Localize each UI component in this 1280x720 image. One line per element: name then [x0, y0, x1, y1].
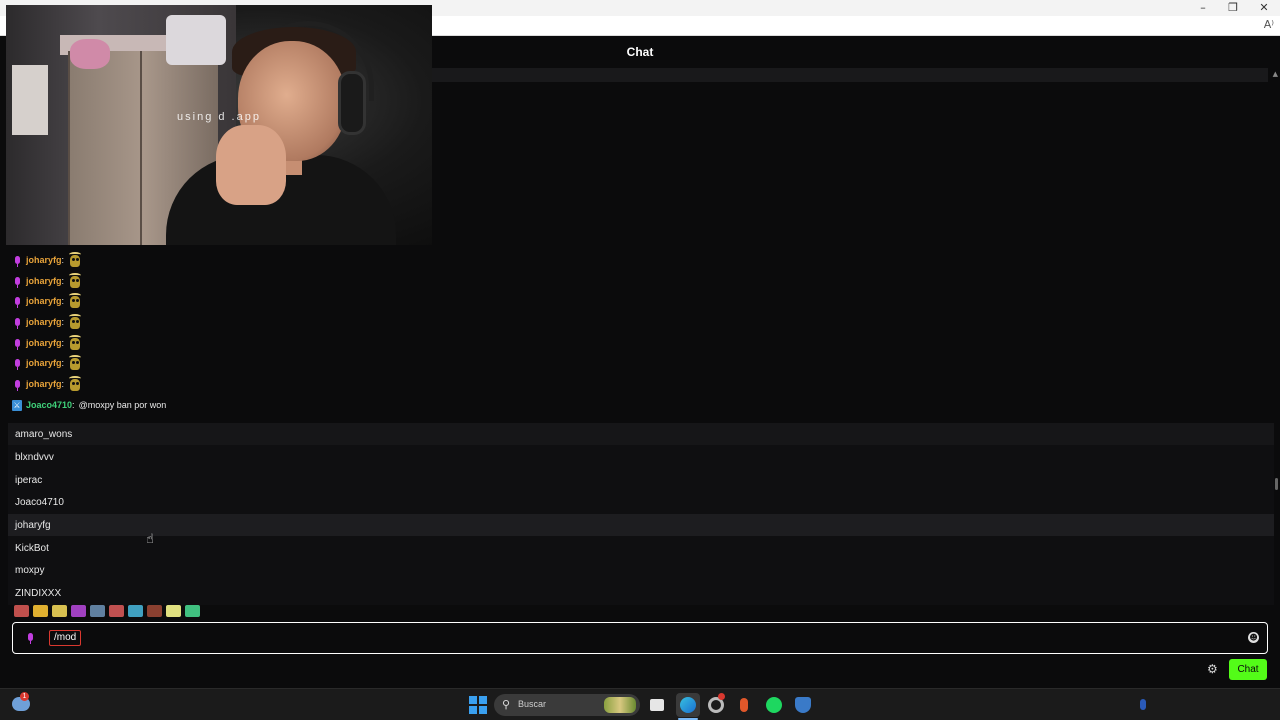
restore-icon[interactable]: ❐ [1218, 0, 1248, 16]
webcam-wardrobe-door [140, 51, 142, 245]
message-username[interactable]: joharyfg [26, 379, 62, 389]
message-separator: : [61, 317, 65, 327]
search-placeholder: Buscar [518, 699, 547, 709]
emote-icon[interactable] [14, 605, 29, 617]
mic-icon [12, 254, 22, 267]
screen: – ❐ ✕ A⁾ Chat ▲ using d .app joharyfg: … [0, 0, 1280, 720]
emote-icon[interactable] [128, 605, 143, 617]
scroll-up-arrow-icon[interactable]: ▲ [1273, 70, 1278, 78]
chat-message: joharyfg : [12, 334, 82, 352]
mic-icon [28, 633, 33, 644]
emote-icon[interactable] [90, 605, 105, 617]
message-username[interactable]: Joaco4710 [26, 400, 72, 410]
webcam-overlay: using d .app [6, 5, 432, 245]
emote-icon[interactable] [185, 605, 200, 617]
emote-icon[interactable] [147, 605, 162, 617]
message-separator: : [61, 296, 65, 306]
windows-start-icon[interactable] [469, 696, 487, 714]
emote-icon[interactable] [71, 605, 86, 617]
cat-emote-icon [68, 314, 82, 330]
cat-emote-icon [68, 335, 82, 351]
emote-icon[interactable] [33, 605, 48, 617]
mic-icon [12, 275, 22, 288]
suggestion-item[interactable]: iperac [8, 469, 1274, 491]
security-shield-icon[interactable] [795, 697, 811, 713]
suggestion-item[interactable]: moxpy [8, 559, 1274, 581]
search-icon: ⚲ [502, 698, 511, 711]
mic-icon [12, 357, 22, 370]
chat-message: joharyfg : [12, 375, 82, 393]
chat-message: joharyfg : [12, 313, 82, 331]
cat-emote-icon [68, 273, 82, 289]
message-username[interactable]: joharyfg [26, 338, 62, 348]
message-separator: : [61, 276, 65, 286]
webcam-shirt [166, 15, 226, 65]
message-separator: : [61, 338, 65, 348]
message-username[interactable]: joharyfg [26, 317, 62, 327]
chat-message: ⚔ Joaco4710 : @moxpy ban por won [12, 396, 166, 414]
message-separator: : [61, 379, 65, 389]
message-username[interactable]: joharyfg [26, 296, 62, 306]
webcam-watermark: using d .app [177, 111, 261, 123]
emote-icon[interactable] [166, 605, 181, 617]
headphones-icon [338, 71, 366, 135]
suggestion-item[interactable]: KickBot [8, 537, 1274, 559]
mic-icon [12, 337, 22, 350]
message-separator: : [72, 400, 75, 410]
moderator-icon: ⚔ [12, 399, 22, 411]
gear-icon[interactable]: ⚙ [1207, 662, 1218, 676]
message-separator: : [61, 255, 65, 265]
close-icon[interactable]: ✕ [1249, 0, 1279, 16]
task-view-icon[interactable] [650, 699, 664, 711]
taskbar-search[interactable]: ⚲ Buscar [494, 694, 640, 716]
chat-message: joharyfg : [12, 272, 82, 290]
hand-cursor-icon: ☝ [146, 532, 154, 547]
emote-bar [14, 604, 200, 618]
message-separator: : [61, 358, 65, 368]
search-highlight-image [604, 697, 636, 713]
emote-icon[interactable] [109, 605, 124, 617]
tray-microphone-icon[interactable] [1140, 699, 1146, 710]
emoji-icon[interactable]: ☻ [1248, 632, 1259, 643]
read-aloud-icon[interactable]: A⁾ [1264, 18, 1274, 31]
suggestion-item[interactable]: blxndvvv [8, 446, 1274, 468]
mic-icon [12, 378, 22, 391]
microphone-app-icon[interactable] [740, 698, 748, 712]
streamer-hand [216, 125, 286, 205]
notification-badge: 1 [20, 692, 29, 701]
chat-message: joharyfg : [12, 354, 82, 372]
chat-input[interactable]: /mod ☻ [12, 622, 1268, 654]
taskbar: 1 ⚲ Buscar [0, 688, 1280, 720]
command-chip[interactable]: /mod [49, 630, 82, 646]
suggestion-item[interactable]: Joaco4710 [8, 491, 1274, 513]
webcam-poster [12, 65, 48, 135]
send-chat-button[interactable]: Chat [1229, 659, 1267, 680]
edge-browser-icon[interactable] [676, 693, 700, 717]
emote-icon[interactable] [52, 605, 67, 617]
cat-emote-icon [68, 293, 82, 309]
mic-icon [12, 316, 22, 329]
spotify-icon[interactable] [766, 697, 782, 713]
scroll-thumb[interactable] [1275, 478, 1278, 490]
minimize-icon[interactable]: – [1188, 0, 1218, 16]
mic-icon [12, 295, 22, 308]
message-username[interactable]: joharyfg [26, 276, 62, 286]
chat-message: joharyfg : [12, 292, 82, 310]
message-username[interactable]: joharyfg [26, 255, 62, 265]
cat-emote-icon [68, 355, 82, 371]
recording-badge [718, 693, 725, 700]
message-text: @moxpy ban por won [78, 400, 167, 410]
suggestion-item[interactable]: ZINDIXXX [8, 582, 1274, 604]
user-suggestion-list: amaro_wons blxndvvv iperac Joaco4710 joh… [8, 423, 1274, 605]
webcam-plush [70, 39, 110, 69]
chat-message: joharyfg : [12, 251, 82, 269]
suggestion-item[interactable]: joharyfg [8, 514, 1274, 536]
suggestion-item[interactable]: amaro_wons [8, 423, 1274, 445]
message-username[interactable]: joharyfg [26, 358, 62, 368]
cat-emote-icon [68, 252, 82, 268]
pinned-message-strip [432, 68, 1268, 82]
cat-emote-icon [68, 376, 82, 392]
